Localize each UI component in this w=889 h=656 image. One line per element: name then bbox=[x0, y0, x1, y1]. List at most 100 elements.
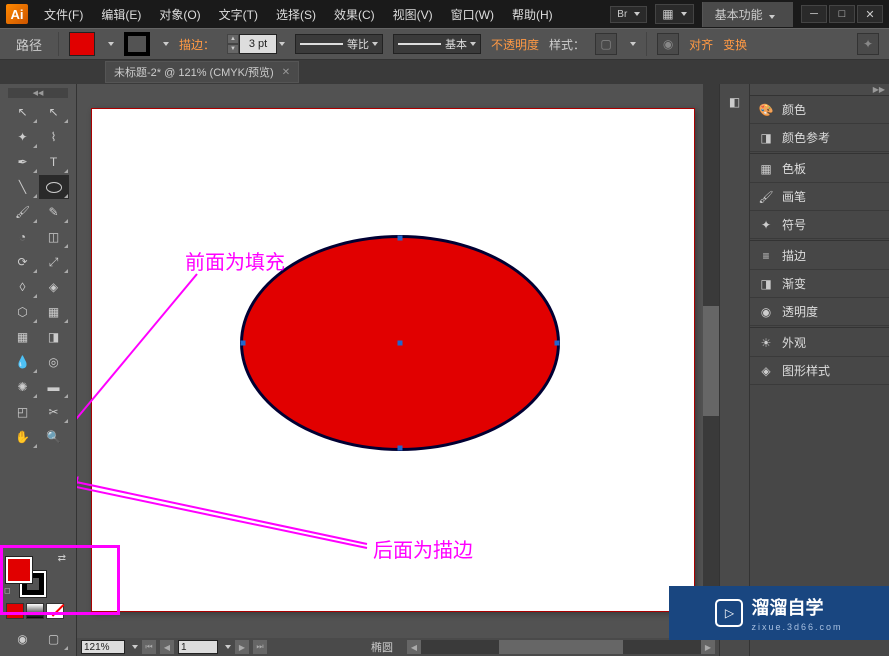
drawing-mode[interactable]: ◉ bbox=[8, 627, 38, 651]
fill-swatch[interactable] bbox=[69, 32, 95, 56]
strip-button[interactable]: ◧ bbox=[723, 90, 747, 114]
page-input[interactable] bbox=[178, 640, 218, 654]
recolor-button[interactable]: ◉ bbox=[657, 33, 679, 55]
minimize-button[interactable]: ─ bbox=[801, 5, 827, 23]
ellipse-shape[interactable] bbox=[240, 235, 560, 451]
perspective-tool[interactable]: ▦ bbox=[39, 300, 69, 324]
pen-tool[interactable]: ✒ bbox=[8, 150, 38, 174]
menu-type[interactable]: 文字(T) bbox=[211, 2, 266, 27]
panel-collapse[interactable]: ▶▶ bbox=[750, 84, 889, 96]
blend-tool[interactable]: ◎ bbox=[39, 350, 69, 374]
anchor-bottom[interactable] bbox=[398, 446, 403, 451]
scale-tool[interactable]: ⤢ bbox=[39, 250, 69, 274]
anchor-top[interactable] bbox=[398, 236, 403, 241]
mesh-tool[interactable]: ▦ bbox=[8, 325, 38, 349]
panel-swatches[interactable]: ▦ 色板 bbox=[750, 155, 889, 183]
panel-brushes[interactable]: 🖌 画笔 bbox=[750, 183, 889, 211]
none-mode[interactable] bbox=[46, 603, 64, 619]
blob-brush-tool[interactable]: ◔ bbox=[8, 225, 38, 249]
workspace-dropdown[interactable]: 基本功能 bbox=[702, 2, 793, 27]
color-mode[interactable] bbox=[6, 603, 24, 619]
last-page[interactable]: ⏭ bbox=[253, 640, 267, 654]
style-swatch[interactable]: ▢ bbox=[595, 33, 617, 55]
chevron-down-icon[interactable]: ▼ bbox=[227, 44, 239, 54]
chevron-down-icon[interactable] bbox=[163, 42, 169, 46]
paintbrush-tool[interactable]: 🖌 bbox=[8, 200, 38, 224]
menu-file[interactable]: 文件(F) bbox=[36, 2, 91, 27]
default-icon[interactable]: ◻ bbox=[4, 586, 11, 595]
doc-tab[interactable]: 未标题-2* @ 121% (CMYK/预览) ✕ bbox=[105, 61, 299, 83]
menu-object[interactable]: 对象(O) bbox=[151, 2, 208, 27]
zoom-input[interactable] bbox=[81, 640, 125, 654]
type-tool[interactable]: T bbox=[39, 150, 69, 174]
ellipse-tool[interactable] bbox=[39, 175, 69, 199]
panel-color-guide[interactable]: ◨ 颜色参考 bbox=[750, 124, 889, 152]
scroll-thumb[interactable] bbox=[703, 306, 719, 417]
panel-appearance[interactable]: ☀ 外观 bbox=[750, 329, 889, 357]
collapse-handle[interactable]: ◀◀ bbox=[8, 88, 68, 98]
center-anchor[interactable] bbox=[398, 341, 403, 346]
zoom-tool[interactable]: 🔍 bbox=[39, 425, 69, 449]
anchor-right[interactable] bbox=[555, 341, 560, 346]
graph-tool[interactable]: ▬ bbox=[39, 375, 69, 399]
panel-gradient[interactable]: ◨ 渐变 bbox=[750, 270, 889, 298]
align-link[interactable]: 对齐 bbox=[689, 36, 713, 53]
brush-dropdown[interactable]: 基本 bbox=[393, 34, 481, 54]
scroll-left[interactable]: ◀ bbox=[407, 640, 421, 654]
menu-select[interactable]: 选择(S) bbox=[268, 2, 324, 27]
next-page[interactable]: ▶ bbox=[235, 640, 249, 654]
lasso-tool[interactable]: ⌇ bbox=[39, 125, 69, 149]
close-button[interactable]: ✕ bbox=[857, 5, 883, 23]
panel-color[interactable]: 🎨 颜色 bbox=[750, 96, 889, 124]
panel-graphic-styles[interactable]: ◈ 图形样式 bbox=[750, 357, 889, 385]
profile-dropdown[interactable]: 等比 bbox=[295, 34, 383, 54]
chevron-down-icon[interactable] bbox=[225, 645, 231, 649]
selection-tool[interactable]: ↖ bbox=[8, 100, 38, 124]
transform-link[interactable]: 变换 bbox=[723, 36, 747, 53]
line-tool[interactable]: ╲ bbox=[8, 175, 38, 199]
screen-mode[interactable]: ▢ bbox=[39, 627, 69, 651]
free-transform-tool[interactable]: ◈ bbox=[39, 275, 69, 299]
stroke-stepper[interactable]: ▲ ▼ bbox=[227, 34, 239, 54]
gradient-tool[interactable]: ◨ bbox=[39, 325, 69, 349]
magic-wand-tool[interactable]: ✦ bbox=[8, 125, 38, 149]
rotate-tool[interactable]: ⟳ bbox=[8, 250, 38, 274]
menu-help[interactable]: 帮助(H) bbox=[504, 2, 561, 27]
layout-dropdown[interactable]: Br bbox=[610, 6, 647, 23]
stroke-width-input[interactable] bbox=[239, 34, 277, 54]
symbol-sprayer-tool[interactable]: ✺ bbox=[8, 375, 38, 399]
menu-view[interactable]: 视图(V) bbox=[385, 2, 441, 27]
arrange-dropdown[interactable]: ▦ bbox=[655, 4, 693, 24]
chevron-down-icon[interactable] bbox=[279, 42, 285, 46]
chevron-down-icon[interactable] bbox=[132, 645, 138, 649]
shape-builder-tool[interactable]: ⬡ bbox=[8, 300, 38, 324]
hand-tool[interactable]: ✋ bbox=[8, 425, 38, 449]
scroll-right[interactable]: ▶ bbox=[701, 640, 715, 654]
menu-edit[interactable]: 编辑(E) bbox=[93, 2, 149, 27]
pencil-tool[interactable]: ✎ bbox=[39, 200, 69, 224]
vertical-scrollbar[interactable] bbox=[703, 84, 719, 638]
menu-effect[interactable]: 效果(C) bbox=[326, 2, 383, 27]
prev-page[interactable]: ◀ bbox=[160, 640, 174, 654]
scroll-thumb[interactable] bbox=[499, 640, 622, 654]
swap-icon[interactable]: ⇄ bbox=[58, 553, 66, 564]
eyedropper-tool[interactable]: 💧 bbox=[8, 350, 38, 374]
opacity-label[interactable]: 不透明度 bbox=[491, 36, 539, 53]
fill-color-swatch[interactable] bbox=[6, 557, 32, 583]
stroke-label[interactable]: 描边： bbox=[179, 36, 215, 53]
canvas-area[interactable]: 前面为填充 后面为描边 ⏮ ◀ ▶ ⏭ 椭圆 bbox=[77, 84, 719, 656]
isolate-button[interactable]: ✦ bbox=[857, 33, 879, 55]
first-page[interactable]: ⏮ bbox=[142, 640, 156, 654]
gradient-mode[interactable] bbox=[26, 603, 44, 619]
menu-window[interactable]: 窗口(W) bbox=[443, 2, 502, 27]
artboard-tool[interactable]: ◰ bbox=[8, 400, 38, 424]
anchor-left[interactable] bbox=[241, 341, 246, 346]
eraser-tool[interactable]: ◫ bbox=[39, 225, 69, 249]
chevron-down-icon[interactable] bbox=[108, 42, 114, 46]
close-icon[interactable]: ✕ bbox=[282, 67, 290, 78]
panel-stroke[interactable]: ≡ 描边 bbox=[750, 242, 889, 270]
slice-tool[interactable]: ✂ bbox=[39, 400, 69, 424]
horizontal-scrollbar[interactable]: ◀ ▶ bbox=[407, 640, 715, 654]
width-tool[interactable]: ◊ bbox=[8, 275, 38, 299]
maximize-button[interactable]: □ bbox=[829, 5, 855, 23]
